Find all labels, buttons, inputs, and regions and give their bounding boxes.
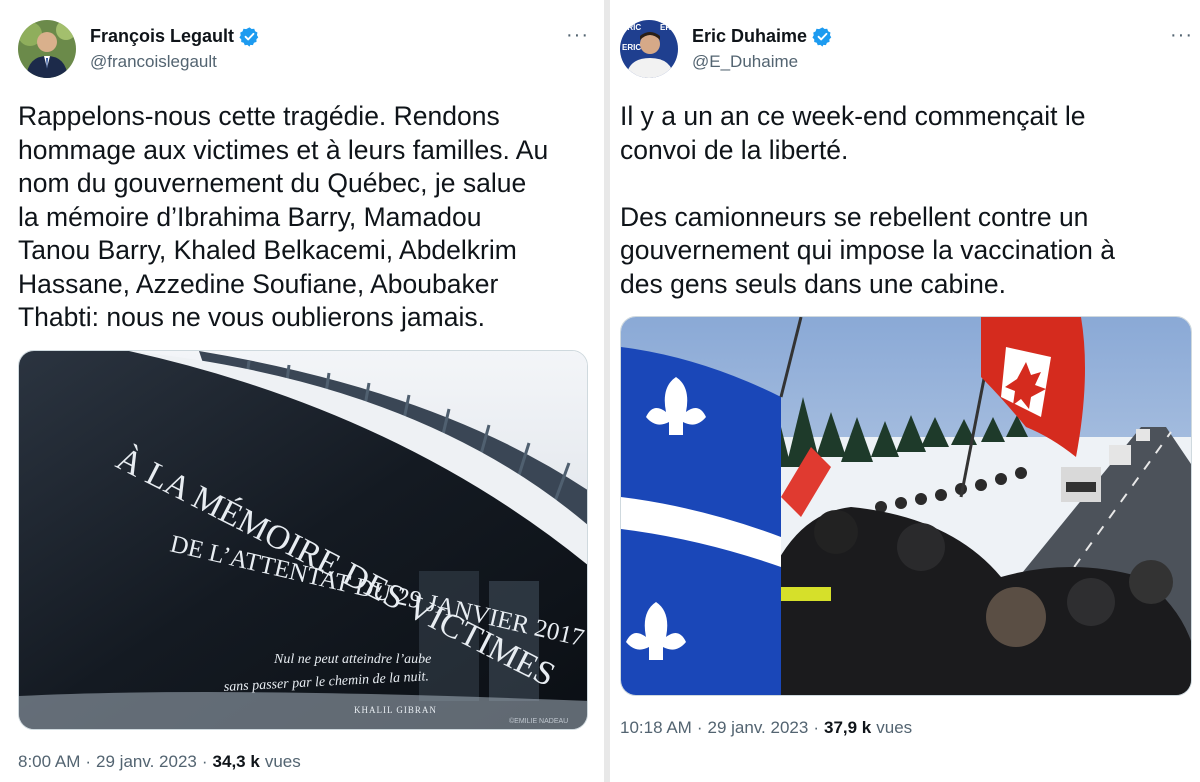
views-count: 34,3 k — [212, 752, 260, 771]
author-handle[interactable]: @francoislegault — [90, 52, 217, 72]
avatar-legault[interactable] — [18, 20, 76, 78]
tweet-time[interactable]: 10:18 AM — [620, 718, 692, 738]
author-handle[interactable]: @E_Duhaime — [692, 52, 798, 72]
tweet-date[interactable]: 29 janv. 2023 — [96, 752, 197, 772]
meta-separator: · — [201, 752, 208, 771]
tweet-image-convoy[interactable] — [620, 316, 1192, 696]
avatar-duhaime[interactable]: ERIC ERIC ERIC — [620, 20, 678, 78]
tweet-duhaime: ERIC ERIC ERIC Eric Duhaime @E_Duhaime ·… — [610, 0, 1200, 782]
author-name[interactable]: François Legault — [90, 26, 234, 47]
tweet-text: Il y a un an ce week-end commençait le c… — [620, 101, 1115, 299]
tweet-time[interactable]: 8:00 AM — [18, 752, 80, 772]
avatar-banner-text: ERIC — [622, 23, 641, 32]
quote-line1: Nul ne peut atteindre l’aube — [273, 652, 431, 667]
more-options-icon[interactable]: ··· — [566, 24, 589, 47]
verified-badge-icon — [812, 26, 833, 47]
meta-separator: · — [85, 752, 92, 771]
meta-separator: · — [696, 718, 703, 737]
views-count: 37,9 k — [824, 718, 872, 737]
more-options-icon[interactable]: ··· — [1170, 24, 1193, 47]
tweet-meta: 8:00 AM · 29 janv. 2023 · 34,3 k vues — [18, 752, 301, 772]
tweet-image-memorial[interactable]: À LA MÉMOIRE DES VICTIMES DE L’ATTENTAT … — [18, 350, 588, 730]
quote-author: KHALIL GIBRAN — [354, 705, 437, 715]
author-row: François Legault — [90, 26, 260, 47]
avatar-banner-text: ERIC — [622, 43, 641, 52]
avatar-banner-text: ERIC — [660, 23, 678, 32]
photo-watermark: ©EMILIE NADEAU — [509, 717, 568, 725]
views-label: vues — [264, 752, 301, 771]
tweet-date[interactable]: 29 janv. 2023 — [708, 718, 809, 738]
views-label: vues — [876, 718, 913, 737]
verified-badge-icon — [239, 26, 260, 47]
author-name[interactable]: Eric Duhaime — [692, 26, 807, 47]
tweet-legault: François Legault @francoislegault ··· Ra… — [0, 0, 604, 782]
author-row: Eric Duhaime — [692, 26, 833, 47]
tweet-text: Rappelons-nous cette tragédie. Rendons h… — [18, 101, 549, 332]
tweet-meta: 10:18 AM · 29 janv. 2023 · 37,9 k vues — [620, 718, 912, 738]
meta-separator: · — [813, 718, 819, 737]
